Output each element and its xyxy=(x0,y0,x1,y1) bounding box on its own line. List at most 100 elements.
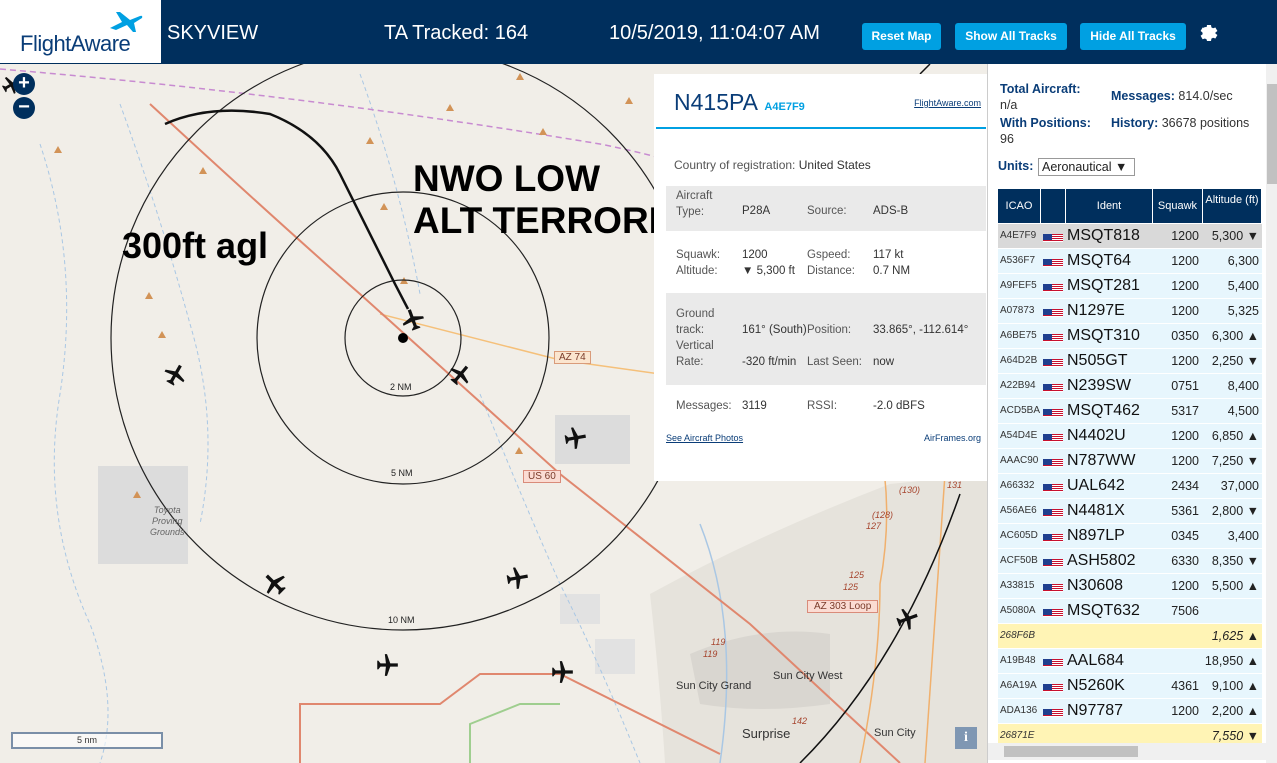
cell-icao: ADA136 xyxy=(1000,705,1038,716)
table-row[interactable]: A66332 UAL642 2434 37,000 xyxy=(998,474,1262,499)
cell-squawk: 5317 xyxy=(1171,404,1199,418)
flightaware-link[interactable]: FlightAware.com xyxy=(914,98,981,108)
country-row: Country of registration: United States xyxy=(674,158,871,172)
position-value: 33.865°, -112.614° xyxy=(873,324,969,336)
vertical-scroll-thumb[interactable] xyxy=(1267,84,1277,184)
col-altitude[interactable]: Altitude (ft) xyxy=(1203,189,1262,223)
table-row[interactable]: 268F6B 1,625 ▲ xyxy=(998,624,1262,649)
zoom-out-button[interactable]: − xyxy=(13,97,35,119)
col-icao[interactable]: ICAO xyxy=(998,189,1041,223)
last-seen-label: Last Seen: xyxy=(807,356,862,368)
cell-ident: N239SW xyxy=(1067,377,1132,394)
reset-map-button[interactable]: Reset Map xyxy=(862,23,941,50)
show-all-tracks-button[interactable]: Show All Tracks xyxy=(955,23,1067,50)
road-us60: US 60 xyxy=(523,470,561,483)
ground-track-label: Ground track: xyxy=(676,308,715,336)
aircraft-plane-icon[interactable] xyxy=(447,362,473,388)
messages-value: 3119 xyxy=(742,400,767,412)
cell-squawk: 4361 xyxy=(1171,679,1199,693)
rssi-value: -2.0 dBFS xyxy=(873,400,925,412)
zoom-in-button[interactable]: + xyxy=(13,73,35,95)
squawk-label: Squawk: xyxy=(676,249,721,261)
ground-track-value: 161° (South) xyxy=(742,324,807,336)
aircraft-plane-icon[interactable] xyxy=(261,570,289,598)
cell-ident: MSQT64 xyxy=(1067,252,1132,269)
cell-altitude: 1,625 ▲ xyxy=(1211,629,1259,643)
table-row[interactable]: A33815 N30608 1200 5,500 ▲ xyxy=(998,574,1262,599)
cell-altitude: 2,800 ▼ xyxy=(1211,504,1259,518)
road-119b: 119 xyxy=(703,649,718,659)
cell-ident: MSQT310 xyxy=(1067,327,1140,344)
aircraft-type-value: P28A xyxy=(742,205,771,217)
table-row[interactable]: ACD5BA MSQT462 5317 4,500 xyxy=(998,399,1262,424)
col-flag[interactable] xyxy=(1041,189,1066,223)
aircraft-plane-icon[interactable] xyxy=(549,659,575,685)
aircraft-photos-link[interactable]: See Aircraft Photos xyxy=(666,433,743,443)
cell-altitude: 2,200 ▲ xyxy=(1211,704,1259,718)
road-128: (128) xyxy=(872,510,894,520)
aircraft-plane-icon[interactable] xyxy=(894,606,920,632)
table-row[interactable]: A4E7F9 MSQT818 1200 5,300 ▼ xyxy=(998,224,1262,249)
country-label: Country of registration: xyxy=(674,158,796,172)
last-seen-value: now xyxy=(873,356,895,368)
popup-block-track: Ground track: 161° (South) Position: 33.… xyxy=(666,293,986,385)
flightaware-logo[interactable]: FlightAware xyxy=(0,0,163,63)
cell-altitude: 18,950 ▲ xyxy=(1204,654,1259,668)
place-sun-city: Sun City xyxy=(874,727,916,739)
total-aircraft-label: Total Aircraft: xyxy=(1000,82,1081,96)
units-select[interactable]: Aeronautical ▼ xyxy=(1038,158,1135,176)
us-flag-icon xyxy=(1043,505,1063,517)
table-row[interactable]: AC605D N897LP 0345 3,400 xyxy=(998,524,1262,549)
table-row[interactable]: A536F7 MSQT64 1200 6,300 xyxy=(998,249,1262,274)
cell-squawk: 1200 xyxy=(1171,229,1199,243)
cell-altitude: 8,400 xyxy=(1227,379,1259,393)
table-row[interactable]: A22B94 N239SW 0751 8,400 xyxy=(998,374,1262,399)
us-flag-icon xyxy=(1043,305,1063,317)
cell-altitude: 37,000 xyxy=(1220,479,1259,493)
col-squawk[interactable]: Squawk xyxy=(1153,189,1203,223)
cell-ident xyxy=(1067,624,1153,648)
distance-value: 0.7 NM xyxy=(873,265,911,277)
vertical-scrollbar[interactable] xyxy=(1266,64,1277,763)
distance-label: Distance: xyxy=(807,265,855,277)
aircraft-plane-icon[interactable] xyxy=(398,307,428,333)
rssi-label: RSSI: xyxy=(807,400,838,412)
positions-value: 96 xyxy=(1000,132,1014,146)
col-ident[interactable]: Ident xyxy=(1066,189,1153,223)
us-flag-icon xyxy=(1043,380,1063,392)
squawk-value: 1200 xyxy=(742,249,768,261)
table-row[interactable]: A07873 N1297E 1200 5,325 xyxy=(998,299,1262,324)
table-row[interactable]: A64D2B N505GT 1200 2,250 ▼ xyxy=(998,349,1262,374)
aircraft-plane-icon[interactable] xyxy=(562,425,588,451)
table-row[interactable]: A5080A MSQT632 7506 xyxy=(998,599,1262,624)
horizontal-scroll-thumb[interactable] xyxy=(1004,746,1138,757)
table-row[interactable]: AAAC90 N787WW 1200 7,250 ▼ xyxy=(998,449,1262,474)
road-az74: AZ 74 xyxy=(554,351,591,364)
table-row[interactable]: A6BE75 MSQT310 0350 6,300 ▲ xyxy=(998,324,1262,349)
cell-squawk: 1200 xyxy=(1171,704,1199,718)
cell-altitude: 5,300 ▼ xyxy=(1211,229,1259,243)
table-row[interactable]: ACF50B ASH5802 6330 8,350 ▼ xyxy=(998,549,1262,574)
aircraft-plane-icon[interactable] xyxy=(162,362,188,388)
cell-altitude xyxy=(1203,599,1261,623)
cell-squawk: 1200 xyxy=(1171,354,1199,368)
table-row[interactable]: ADA136 N97787 1200 2,200 ▲ xyxy=(998,699,1262,724)
aircraft-info-popup: N415PA A4E7F9 FlightAware.com Country of… xyxy=(654,74,988,481)
gear-icon[interactable] xyxy=(1197,22,1221,46)
positions-label: With Positions: xyxy=(1000,116,1091,130)
table-row[interactable]: A6A19A N5260K 4361 9,100 ▲ xyxy=(998,674,1262,699)
cell-squawk: 1200 xyxy=(1171,429,1199,443)
us-flag-icon xyxy=(1043,355,1063,367)
aircraft-plane-icon[interactable] xyxy=(504,565,530,591)
horizontal-scrollbar[interactable] xyxy=(988,743,1266,760)
table-row[interactable]: A19B48 AAL684 18,950 ▲ xyxy=(998,649,1262,674)
table-row[interactable]: A9FEF5 MSQT281 1200 5,400 xyxy=(998,274,1262,299)
hide-all-tracks-button[interactable]: Hide All Tracks xyxy=(1080,23,1186,50)
table-row[interactable]: A54D4E N4402U 1200 6,850 ▲ xyxy=(998,424,1262,449)
cell-altitude: 6,300 xyxy=(1227,254,1259,268)
table-row[interactable]: A56AE6 N4481X 5361 2,800 ▼ xyxy=(998,499,1262,524)
total-aircraft-stat: Total Aircraft: n/a xyxy=(1000,81,1081,113)
info-icon[interactable]: i xyxy=(955,727,977,749)
airframes-link[interactable]: AirFrames.org xyxy=(924,433,981,443)
aircraft-plane-icon[interactable] xyxy=(374,652,400,678)
